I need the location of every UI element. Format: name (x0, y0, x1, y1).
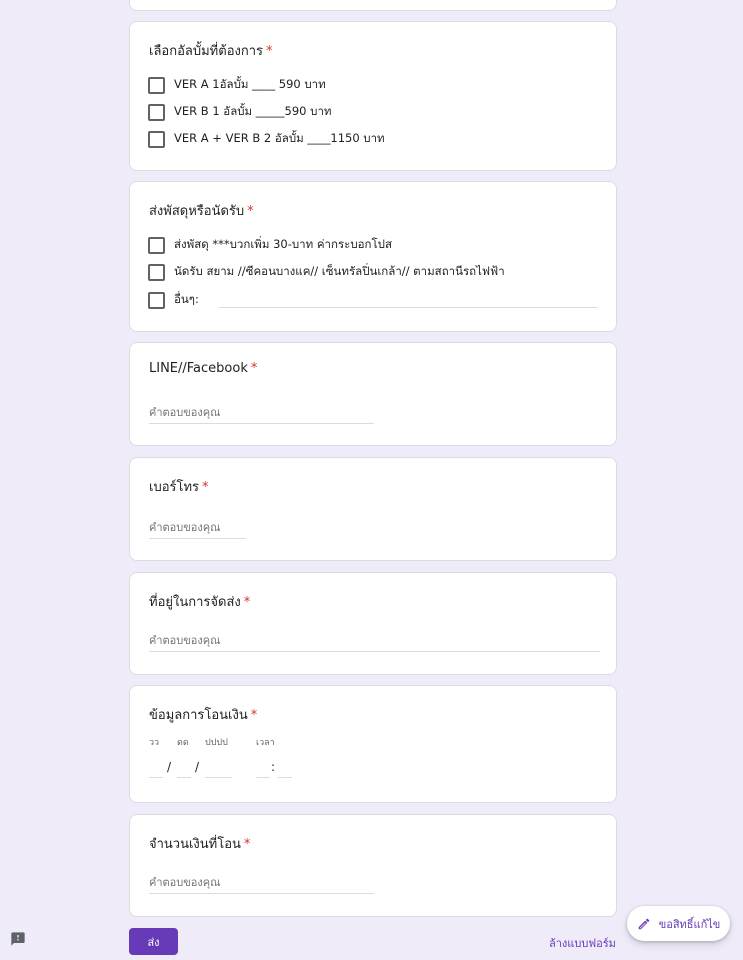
option-label: VER B 1 อัลบั้ม _____590 บาท (174, 104, 332, 118)
delivery-option-post[interactable]: ส่งพัสดุ ***บวกเพิ่ม 30-บาท ค่ากระบอกโปส (148, 235, 392, 255)
option-label: VER A 1อัลบั้ม ____ 590 บาท (174, 77, 326, 91)
minute-input[interactable] (278, 777, 292, 778)
question-address: ที่อยู่ในการจัดส่ง * คำตอบของคุณ (129, 572, 617, 675)
checkbox[interactable] (148, 236, 165, 254)
month-input[interactable] (177, 777, 191, 778)
year-input[interactable] (205, 777, 232, 778)
question-phone: เบอร์โทร * คำตอบของคุณ (129, 457, 617, 561)
line-facebook-input[interactable]: คำตอบของคุณ (149, 403, 374, 424)
required-asterisk: * (247, 204, 254, 219)
delivery-option-pickup[interactable]: นัดรับ สยาม //ซีคอนบางแค// เซ็นทรัลปิ่นเ… (148, 262, 505, 282)
other-text-input[interactable] (219, 307, 598, 308)
address-input[interactable]: คำตอบของคุณ (149, 631, 600, 652)
time-label: เวลา (256, 738, 275, 748)
question-title: ที่อยู่ในการจัดส่ง * (149, 595, 251, 610)
question-title: ส่งพัสดุหรือนัดรับ * (149, 204, 254, 219)
required-asterisk: * (243, 595, 251, 610)
option-label: อื่นๆ: (174, 292, 199, 306)
date-separator: / (195, 760, 200, 774)
required-asterisk: * (250, 708, 258, 723)
submit-button[interactable]: ส่ง (129, 928, 178, 955)
day-input[interactable] (149, 777, 163, 778)
fab-label: ขอสิทธิ์แก้ไข (658, 917, 721, 931)
option-label: ส่งพัสดุ ***บวกเพิ่ม 30-บาท ค่ากระบอกโปส (174, 237, 392, 251)
day-label: วว (149, 738, 160, 748)
required-asterisk: * (250, 361, 258, 376)
checkbox[interactable] (148, 130, 165, 148)
date-separator: / (167, 760, 172, 774)
month-label: ดด (177, 738, 189, 748)
hour-input[interactable] (256, 777, 270, 778)
previous-question-card (129, 0, 617, 11)
question-title: เลือกอัลบั้มที่ต้องการ * (149, 44, 273, 59)
delivery-option-other[interactable]: อื่นๆ: (148, 290, 199, 310)
question-delivery: ส่งพัสดุหรือนัดรับ * ส่งพัสดุ ***บวกเพิ่ม… (129, 181, 617, 332)
required-asterisk: * (202, 480, 209, 495)
question-amount: จำนวนเงินที่โอน * คำตอบของคุณ (129, 814, 617, 917)
required-asterisk: * (243, 837, 251, 852)
phone-input[interactable]: คำตอบของคุณ (149, 518, 246, 539)
checkbox[interactable] (148, 103, 165, 121)
pencil-icon (638, 918, 649, 929)
required-asterisk: * (266, 44, 273, 59)
question-title: LINE//Facebook * (149, 361, 258, 376)
album-option-ver-b[interactable]: VER B 1 อัลบั้ม _____590 บาท (148, 102, 331, 122)
option-label: นัดรับ สยาม //ซีคอนบางแค// เซ็นทรัลปิ่นเ… (174, 264, 505, 278)
question-album: เลือกอัลบั้มที่ต้องการ * VER A 1อัลบั้ม _… (129, 21, 617, 171)
question-line-facebook: LINE//Facebook * คำตอบของคุณ (129, 342, 617, 446)
question-title: ข้อมูลการโอนเงิน * (149, 708, 258, 723)
question-title: จำนวนเงินที่โอน * (149, 837, 251, 852)
request-edit-access-button[interactable]: ขอสิทธิ์แก้ไข (627, 906, 730, 941)
album-option-ver-ab[interactable]: VER A + VER B 2 อัลบั้ม ____1150 บาท (148, 129, 385, 149)
checkbox[interactable] (148, 263, 165, 281)
report-issue-icon[interactable] (10, 931, 26, 947)
amount-input[interactable]: คำตอบของคุณ (149, 873, 374, 894)
year-label: ปปปป (205, 738, 228, 748)
clear-form-link[interactable]: ล้างแบบฟอร์ม (549, 934, 616, 952)
checkbox[interactable] (148, 76, 165, 94)
album-option-ver-a[interactable]: VER A 1อัลบั้ม ____ 590 บาท (148, 75, 326, 95)
checkbox[interactable] (148, 291, 165, 309)
time-separator: : (271, 760, 276, 774)
question-title: เบอร์โทร * (149, 480, 209, 495)
option-label: VER A + VER B 2 อัลบั้ม ____1150 บาท (174, 131, 385, 145)
question-transfer-info: ข้อมูลการโอนเงิน * วว ดด ปปปป เวลา / / : (129, 685, 617, 803)
